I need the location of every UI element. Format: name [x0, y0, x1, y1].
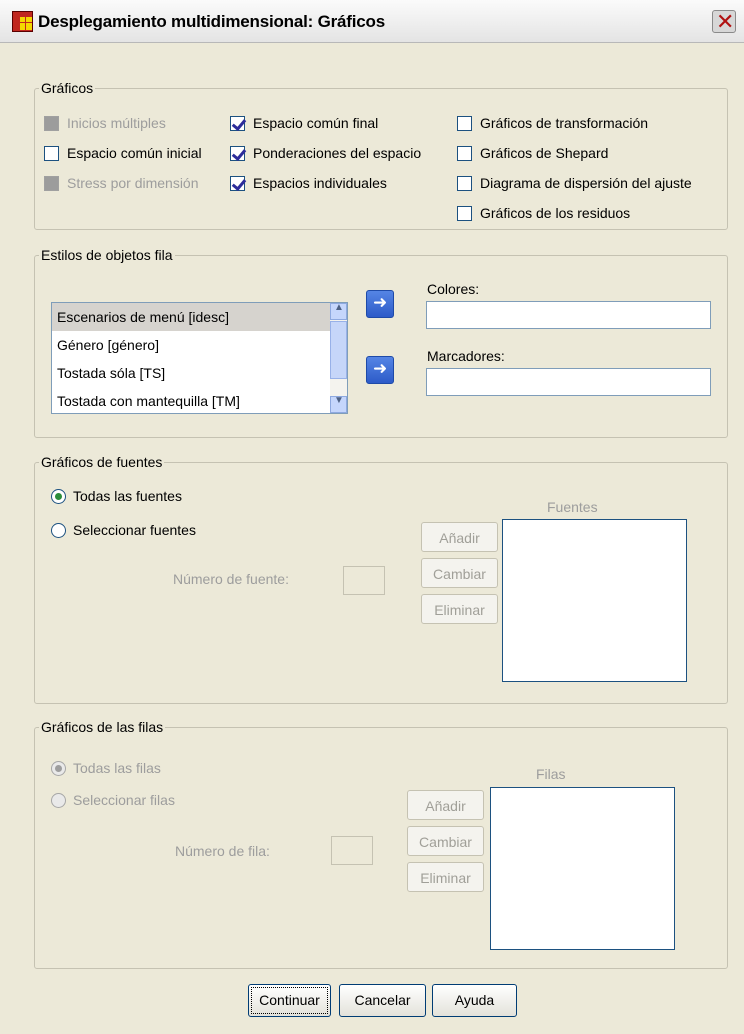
- espacios-individuales-checkbox[interactable]: [230, 176, 245, 191]
- filas-change-button[interactable]: Cambiar: [407, 826, 484, 856]
- fuentes-change-button[interactable]: Cambiar: [421, 558, 498, 588]
- ponderaciones-del-espacio-checkbox[interactable]: [230, 146, 245, 161]
- numero-de-fuente-field[interactable]: [343, 566, 385, 595]
- ponderaciones-del-espacio-label: Ponderaciones del espacio: [253, 145, 422, 161]
- stress-por-dimension-checkbox[interactable]: [44, 176, 59, 191]
- dialog-window: Desplegamiento multidimensional: Gráfico…: [0, 0, 744, 1034]
- marcadores-label: Marcadores:: [427, 348, 505, 364]
- numero-de-fila-field[interactable]: [331, 836, 373, 865]
- up-arrow-icon: ▲: [334, 302, 344, 313]
- graficos-legend: Gráficos: [41, 80, 94, 96]
- right-arrow-icon: ➜: [373, 359, 388, 378]
- filas-listbox[interactable]: [490, 787, 675, 950]
- list-item[interactable]: Tostada sóla [TS]: [52, 359, 347, 387]
- variables-listbox[interactable]: Escenarios de menú [idesc] Género [géner…: [51, 302, 348, 414]
- espacio-comun-final-label: Espacio común final: [253, 115, 379, 131]
- diagrama-de-dispersion-label: Diagrama de dispersión del ajuste: [480, 175, 692, 191]
- todas-las-filas-radio[interactable]: [51, 761, 66, 776]
- seleccionar-filas-label: Seleccionar filas: [73, 792, 175, 808]
- graficos-de-los-residuos-checkbox[interactable]: [457, 206, 472, 221]
- spss-app-icon: [12, 11, 33, 32]
- filas-box-label: Filas: [536, 766, 566, 782]
- continue-button[interactable]: Continuar: [248, 984, 331, 1017]
- move-to-colores-button[interactable]: ➜: [366, 290, 394, 318]
- title-bar: Desplegamiento multidimensional: Gráfico…: [0, 0, 744, 43]
- scroll-down-button[interactable]: ▼: [330, 395, 347, 413]
- list-item[interactable]: Escenarios de menú [idesc]: [52, 303, 347, 331]
- todas-las-filas-label: Todas las filas: [73, 760, 161, 776]
- fuentes-box-label: Fuentes: [547, 499, 598, 515]
- graficos-de-los-residuos-label: Gráficos de los residuos: [480, 205, 631, 221]
- espacio-comun-inicial-label: Espacio común inicial: [67, 145, 202, 161]
- graficos-de-shepard-checkbox[interactable]: [457, 146, 472, 161]
- close-button[interactable]: ✕: [712, 9, 736, 34]
- numero-de-fuente-label: Número de fuente:: [173, 571, 289, 587]
- help-button[interactable]: Ayuda: [432, 984, 517, 1017]
- colores-label: Colores:: [427, 281, 480, 297]
- window-title: Desplegamiento multidimensional: Gráfico…: [38, 12, 385, 31]
- fuentes-listbox[interactable]: [502, 519, 687, 682]
- inicios-multiples-label: Inicios múltiples: [67, 115, 166, 131]
- graficos-de-transformacion-label: Gráficos de transformación: [480, 115, 649, 131]
- fuentes-legend: Gráficos de fuentes: [41, 454, 163, 470]
- todas-las-fuentes-label: Todas las fuentes: [73, 488, 182, 504]
- graficos-de-shepard-label: Gráficos de Shepard: [480, 145, 609, 161]
- marcadores-field[interactable]: [426, 368, 711, 396]
- seleccionar-filas-radio[interactable]: [51, 793, 66, 808]
- scroll-thumb[interactable]: [330, 321, 347, 379]
- fuentes-remove-button[interactable]: Eliminar: [421, 594, 498, 624]
- cancel-button[interactable]: Cancelar: [339, 984, 426, 1017]
- right-arrow-icon: ➜: [373, 293, 388, 312]
- todas-las-fuentes-radio[interactable]: [51, 489, 66, 504]
- close-icon: ✕: [716, 9, 735, 34]
- down-arrow-icon: ▼: [334, 395, 344, 406]
- scroll-up-button[interactable]: ▲: [330, 302, 347, 320]
- stress-por-dimension-label: Stress por dimensión: [67, 175, 199, 191]
- diagrama-de-dispersion-checkbox[interactable]: [457, 176, 472, 191]
- seleccionar-fuentes-label: Seleccionar fuentes: [73, 522, 196, 538]
- list-item[interactable]: Género [género]: [52, 331, 347, 359]
- filas-add-button[interactable]: Añadir: [407, 790, 484, 820]
- espacio-comun-final-checkbox[interactable]: [230, 116, 245, 131]
- fuentes-add-button[interactable]: Añadir: [421, 522, 498, 552]
- graficos-de-transformacion-checkbox[interactable]: [457, 116, 472, 131]
- colores-field[interactable]: [426, 301, 711, 329]
- estilos-legend: Estilos de objetos fila: [41, 247, 173, 263]
- numero-de-fila-label: Número de fila:: [175, 843, 270, 859]
- seleccionar-fuentes-radio[interactable]: [51, 523, 66, 538]
- inicios-multiples-checkbox[interactable]: [44, 116, 59, 131]
- move-to-marcadores-button[interactable]: ➜: [366, 356, 394, 384]
- espacios-individuales-label: Espacios individuales: [253, 175, 387, 191]
- filas-remove-button[interactable]: Eliminar: [407, 862, 484, 892]
- filas-legend: Gráficos de las filas: [41, 719, 164, 735]
- listbox-scrollbar[interactable]: ▲ ▼: [330, 302, 347, 413]
- espacio-comun-inicial-checkbox[interactable]: [44, 146, 59, 161]
- list-item[interactable]: Tostada con mantequilla [TM]: [52, 387, 347, 415]
